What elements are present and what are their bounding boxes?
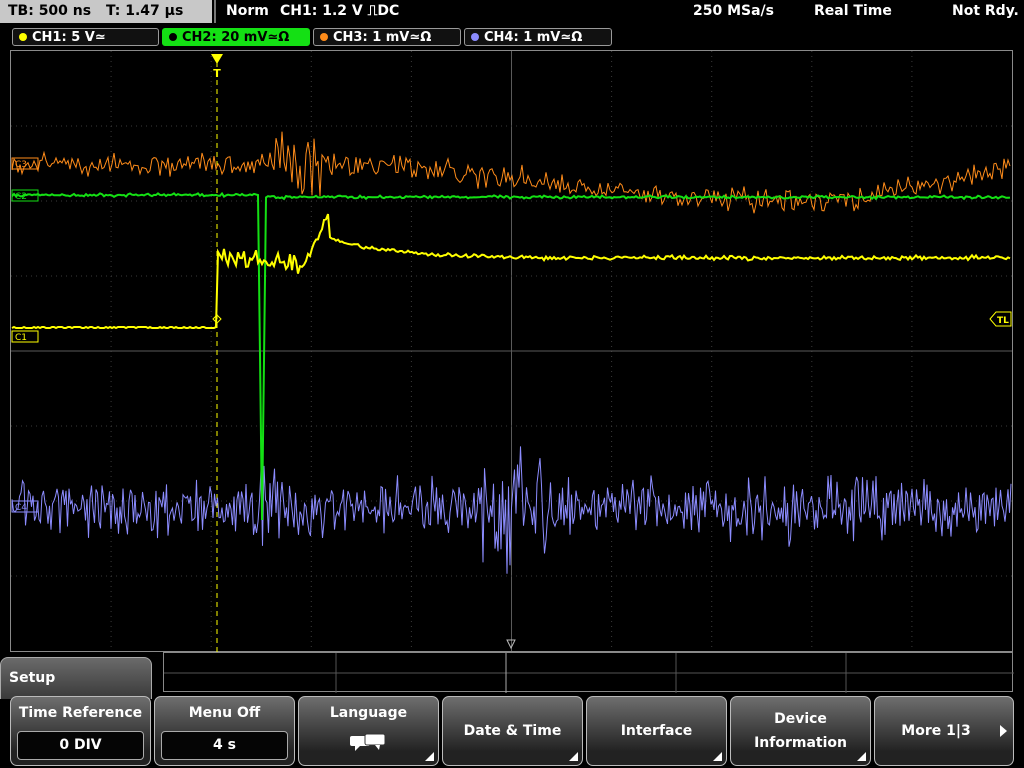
language-softkey[interactable]: Language	[298, 696, 439, 766]
ch2-offset-marker[interactable]: C2	[11, 189, 39, 202]
submenu-corner-icon	[569, 752, 578, 761]
menu-title-tab: Setup	[0, 657, 152, 699]
ch2-marker-label: C2	[15, 192, 27, 202]
more-softkey[interactable]: More 1|3	[874, 696, 1014, 766]
date-time-softkey[interactable]: Date & Time	[442, 696, 583, 766]
language-label: Language	[329, 705, 408, 721]
ch3-offset-marker[interactable]: C3	[11, 157, 39, 170]
time-reference-label: Time Reference	[18, 705, 143, 721]
submenu-corner-icon	[857, 752, 866, 761]
time-reference-value: 0 DIV	[17, 731, 144, 760]
time-reference-softkey[interactable]: Time Reference 0 DIV	[10, 696, 151, 766]
next-page-arrow-icon	[1000, 725, 1007, 737]
menu-off-label: Menu Off	[188, 705, 261, 721]
device-information-softkey[interactable]: Device Information	[730, 696, 871, 766]
menu-off-softkey[interactable]: Menu Off 4 s	[154, 696, 295, 766]
trigger-level-marker[interactable]: TL	[989, 311, 1012, 327]
trigger-level-label: TL	[997, 316, 1009, 326]
timebase-ticks	[164, 653, 1014, 693]
graticule	[11, 51, 1012, 651]
menu-off-value: 4 s	[161, 731, 288, 760]
submenu-corner-icon	[425, 752, 434, 761]
ch1-offset-marker[interactable]: C1	[11, 330, 39, 343]
trigger-marker-label: T	[213, 67, 221, 80]
speech-bubbles-icon	[350, 733, 386, 751]
timebase-overview-bar[interactable]	[163, 652, 1014, 693]
device-information-label: Device Information	[754, 711, 847, 751]
date-time-label: Date & Time	[463, 723, 562, 739]
submenu-corner-icon	[713, 752, 722, 761]
menu-title: Setup	[9, 670, 56, 686]
interface-softkey[interactable]: Interface	[586, 696, 727, 766]
trigger-position-icon[interactable]	[211, 54, 223, 64]
ch1-marker-label: C1	[15, 333, 27, 343]
interface-label: Interface	[620, 723, 693, 739]
ch3-marker-label: C3	[15, 160, 27, 170]
ch4-marker-label: C4	[15, 503, 27, 513]
more-label: More 1|3	[901, 723, 971, 739]
